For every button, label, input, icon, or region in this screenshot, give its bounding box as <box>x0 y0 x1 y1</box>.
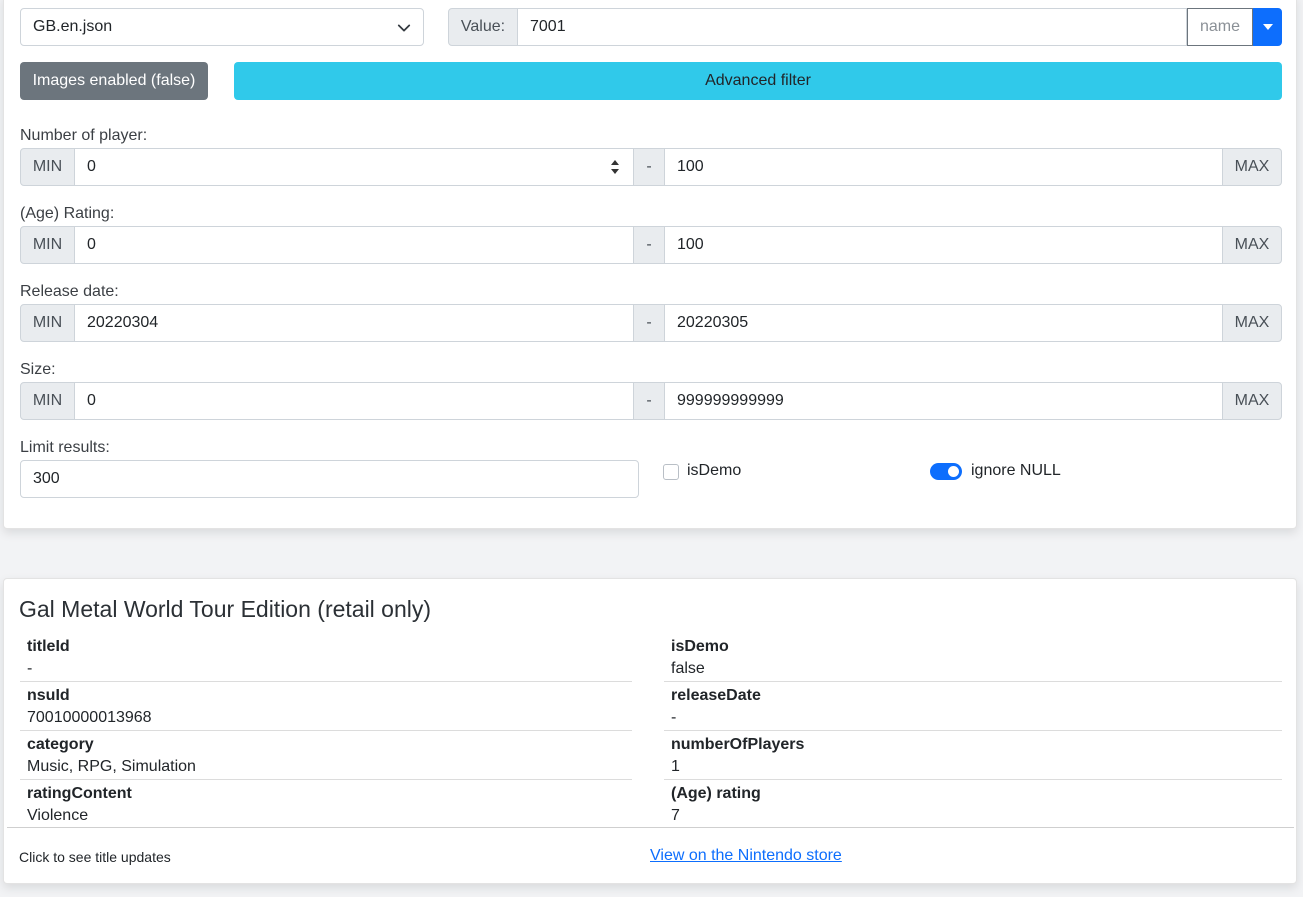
limit-label: Limit results: <box>20 439 110 456</box>
value-input[interactable]: 7001 <box>518 8 1187 46</box>
toggle-knob <box>948 466 959 477</box>
nintendo-store-link[interactable]: View on the Nintendo store <box>650 847 842 865</box>
rating-max-input[interactable]: 100 <box>665 226 1222 264</box>
max-label: MAX <box>1222 382 1282 420</box>
field-key: (Age) rating <box>671 785 761 802</box>
field-value: Violence <box>27 807 89 824</box>
spinner-icon[interactable] <box>609 157 621 177</box>
file-select-value: GB.en.json <box>33 18 113 35</box>
field-key: releaseDate <box>671 687 761 704</box>
field-key: nsuId <box>27 687 70 704</box>
value-field-select[interactable]: name <box>1187 8 1253 46</box>
field-value: - <box>27 660 33 677</box>
release-date-min-input[interactable]: 20220304 <box>75 304 633 342</box>
isdemo-label: isDemo <box>687 462 742 479</box>
release-date-max-input[interactable]: 20220305 <box>665 304 1222 342</box>
range-label-rating: (Age) Rating: <box>20 205 115 222</box>
players-min-value: 0 <box>87 158 96 175</box>
range-label-players: Number of player: <box>20 127 148 144</box>
range-dash: - <box>633 304 665 342</box>
value-label: Value: <box>448 8 518 46</box>
field-key: category <box>27 736 94 753</box>
size-max-input[interactable]: 999999999999 <box>665 382 1222 420</box>
ignore-null-toggle[interactable] <box>930 463 962 480</box>
limit-input[interactable]: 300 <box>20 460 639 498</box>
range-dash: - <box>633 382 665 420</box>
field-key: numberOfPlayers <box>671 736 805 753</box>
field-key: isDemo <box>671 638 729 655</box>
max-label: MAX <box>1222 226 1282 264</box>
range-players: MIN 0 - 100 MAX <box>20 148 1282 186</box>
isdemo-checkbox[interactable] <box>663 464 679 480</box>
chevron-down-icon <box>397 24 411 32</box>
field-titleid: titleId - <box>20 633 632 682</box>
field-value: 7 <box>671 807 680 824</box>
max-label: MAX <box>1222 304 1282 342</box>
field-nsuid: nsuId 70010000013968 <box>20 682 632 731</box>
min-label: MIN <box>20 148 75 186</box>
players-max-input[interactable]: 100 <box>665 148 1222 186</box>
min-label: MIN <box>20 226 75 264</box>
max-label: MAX <box>1222 148 1282 186</box>
field-ratingcontent: ratingContent Violence <box>20 780 632 829</box>
field-dropdown-button[interactable] <box>1253 8 1282 46</box>
field-isdemo: isDemo false <box>664 633 1282 682</box>
field-category: category Music, RPG, Simulation <box>20 731 632 780</box>
caret-down-icon <box>1262 24 1273 30</box>
range-release-date: MIN 20220304 - 20220305 MAX <box>20 304 1282 342</box>
field-age-rating: (Age) rating 7 <box>664 780 1282 829</box>
file-select[interactable]: GB.en.json <box>20 8 424 46</box>
min-label: MIN <box>20 382 75 420</box>
field-value: Music, RPG, Simulation <box>27 758 196 775</box>
range-size: MIN 0 - 999999999999 MAX <box>20 382 1282 420</box>
title-updates-link[interactable]: Click to see title updates <box>19 849 171 865</box>
range-dash: - <box>633 148 665 186</box>
card-footer-divider <box>7 827 1294 828</box>
images-toggle-button[interactable]: Images enabled (false) <box>20 62 208 100</box>
field-releasedate: releaseDate - <box>664 682 1282 731</box>
range-rating: MIN 0 - 100 MAX <box>20 226 1282 264</box>
field-value: 70010000013968 <box>27 709 152 726</box>
field-value: 1 <box>671 758 680 775</box>
players-min-input[interactable]: 0 <box>75 148 633 186</box>
range-label-release-date: Release date: <box>20 283 119 300</box>
field-value: - <box>671 709 677 726</box>
range-label-size: Size: <box>20 361 56 378</box>
ignore-null-label: ignore NULL <box>971 462 1061 479</box>
rating-min-input[interactable]: 0 <box>75 226 633 264</box>
range-dash: - <box>633 226 665 264</box>
field-numberofplayers: numberOfPlayers 1 <box>664 731 1282 780</box>
result-title: Gal Metal World Tour Edition (retail onl… <box>19 596 432 622</box>
min-label: MIN <box>20 304 75 342</box>
field-key: ratingContent <box>27 785 132 802</box>
result-card: Gal Metal World Tour Edition (retail onl… <box>3 578 1297 884</box>
size-min-input[interactable]: 0 <box>75 382 633 420</box>
field-value: false <box>671 660 705 677</box>
advanced-filter-button[interactable]: Advanced filter <box>234 62 1282 100</box>
value-search-group: Value: 7001 name <box>448 8 1282 46</box>
field-key: titleId <box>27 638 70 655</box>
filter-panel: GB.en.json Value: 7001 name Images enabl… <box>3 0 1297 529</box>
